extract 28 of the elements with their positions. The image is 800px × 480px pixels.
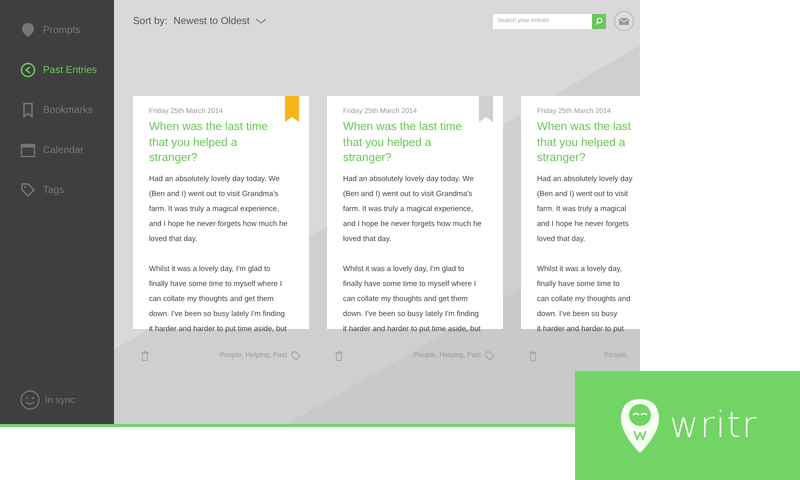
search-button[interactable] bbox=[592, 14, 606, 28]
tag-icon bbox=[291, 350, 301, 360]
sort-dropdown[interactable]: Newest to Oldest bbox=[173, 16, 266, 26]
sidebar-item[interactable]: Bookmarks bbox=[20, 100, 114, 120]
bookmark-ribbon-icon[interactable] bbox=[479, 96, 493, 122]
sidebar-item[interactable]: Calendar bbox=[20, 140, 114, 160]
sidebar-item[interactable]: Tags bbox=[20, 180, 114, 200]
envelope-icon bbox=[619, 18, 629, 24]
entry-title: When was the last time that you helped a stranger? bbox=[149, 120, 268, 166]
tag-icon bbox=[20, 182, 36, 198]
entry-title: When was the last time that you helped a stranger? bbox=[343, 120, 462, 166]
smiley-icon bbox=[20, 390, 40, 410]
tag-icon bbox=[485, 350, 495, 360]
mail-button[interactable] bbox=[614, 11, 634, 31]
sidebar-item[interactable]: Past Entries bbox=[20, 60, 114, 80]
search-icon bbox=[595, 17, 603, 25]
trash-icon[interactable] bbox=[141, 350, 149, 360]
sync-status: In sync bbox=[45, 394, 76, 406]
entry-title: When was the last that you helped a stranger? bbox=[537, 120, 631, 166]
brand-name: writr bbox=[669, 405, 758, 446]
bookmark-ribbon-icon[interactable] bbox=[285, 96, 299, 122]
owl-icon bbox=[20, 22, 36, 38]
trash-icon[interactable] bbox=[529, 350, 537, 360]
sort-label: Sort by: bbox=[133, 16, 168, 26]
sidebar-item[interactable]: Prompts bbox=[20, 20, 114, 40]
calendar-icon bbox=[20, 142, 36, 158]
caret-icon bbox=[256, 18, 266, 24]
trash-icon[interactable] bbox=[335, 350, 343, 360]
